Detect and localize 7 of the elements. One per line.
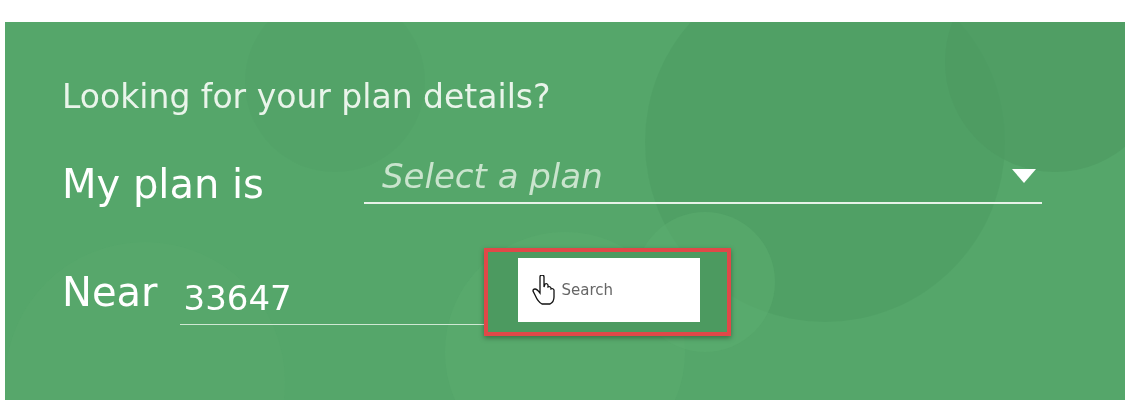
hand-cursor-icon: [531, 275, 556, 305]
caret-icon: [1011, 169, 1036, 183]
form-heading: Looking for your plan details?: [62, 77, 552, 116]
plan-select[interactable]: Select a plan: [363, 156, 1012, 204]
search-button[interactable]: Search: [517, 258, 700, 322]
zip-field[interactable]: 33647: [179, 277, 484, 325]
location-label: Near: [62, 272, 158, 312]
